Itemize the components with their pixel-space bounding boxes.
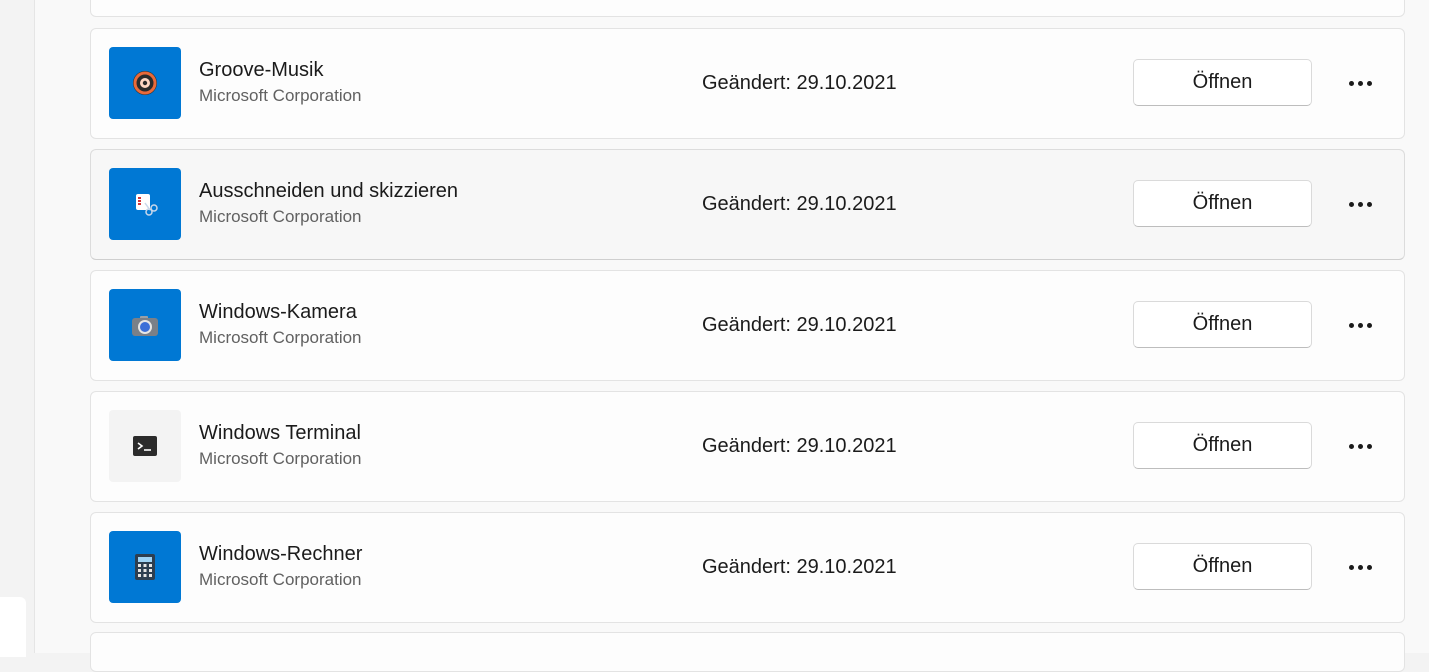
app-list-item[interactable]: Ausschneiden und skizzieren Microsoft Co…	[90, 149, 1405, 260]
app-name: Windows Terminal	[199, 422, 361, 444]
apps-list-pane: Groove-Musik Microsoft Corporation Geänd…	[34, 0, 1429, 672]
more-options-icon	[1348, 322, 1372, 328]
more-options-icon	[1348, 201, 1372, 207]
terminal-icon	[109, 410, 181, 482]
app-publisher: Microsoft Corporation	[199, 207, 362, 226]
open-button[interactable]: Öffnen	[1133, 422, 1312, 469]
open-button[interactable]: Öffnen	[1133, 543, 1312, 590]
app-publisher: Microsoft Corporation	[199, 449, 362, 468]
app-list-item[interactable]: Groove-Musik Microsoft Corporation Geänd…	[90, 28, 1405, 139]
more-options-icon	[1348, 80, 1372, 86]
app-list-item[interactable]: Windows-Rechner Microsoft Corporation Ge…	[90, 512, 1405, 623]
more-options-button[interactable]	[1336, 307, 1384, 343]
snip-sketch-icon	[109, 168, 181, 240]
app-name: Groove-Musik	[199, 59, 324, 81]
app-list-item[interactable]: Windows Terminal Microsoft Corporation G…	[90, 391, 1405, 502]
more-options-icon	[1348, 564, 1372, 570]
app-name: Ausschneiden und skizzieren	[199, 180, 459, 202]
app-modified-date: Geändert: 29.10.2021	[702, 435, 897, 457]
app-name: Windows-Rechner	[199, 543, 363, 565]
open-button[interactable]: Öffnen	[1133, 180, 1312, 227]
open-button[interactable]: Öffnen	[1133, 301, 1312, 348]
navigation-pane	[0, 0, 34, 657]
app-list-item-partial[interactable]	[90, 0, 1405, 17]
app-name: Windows-Kamera	[199, 301, 357, 323]
more-options-button[interactable]	[1336, 549, 1384, 585]
app-publisher: Microsoft Corporation	[199, 86, 362, 105]
app-modified-date: Geändert: 29.10.2021	[702, 72, 897, 94]
open-button[interactable]: Öffnen	[1133, 59, 1312, 106]
app-list-item[interactable]: Windows-Kamera Microsoft Corporation Geä…	[90, 270, 1405, 381]
app-publisher: Microsoft Corporation	[199, 328, 362, 347]
more-options-icon	[1348, 443, 1372, 449]
more-options-button[interactable]	[1336, 428, 1384, 464]
app-publisher: Microsoft Corporation	[199, 570, 362, 589]
app-modified-date: Geändert: 29.10.2021	[702, 556, 897, 578]
app-modified-date: Geändert: 29.10.2021	[702, 193, 897, 215]
calculator-icon	[109, 531, 181, 603]
nav-pane-card	[0, 597, 26, 657]
app-modified-date: Geändert: 29.10.2021	[702, 314, 897, 336]
more-options-button[interactable]	[1336, 186, 1384, 222]
groove-music-icon	[109, 47, 181, 119]
more-options-button[interactable]	[1336, 65, 1384, 101]
app-list-item-partial[interactable]	[90, 632, 1405, 672]
camera-icon	[109, 289, 181, 361]
